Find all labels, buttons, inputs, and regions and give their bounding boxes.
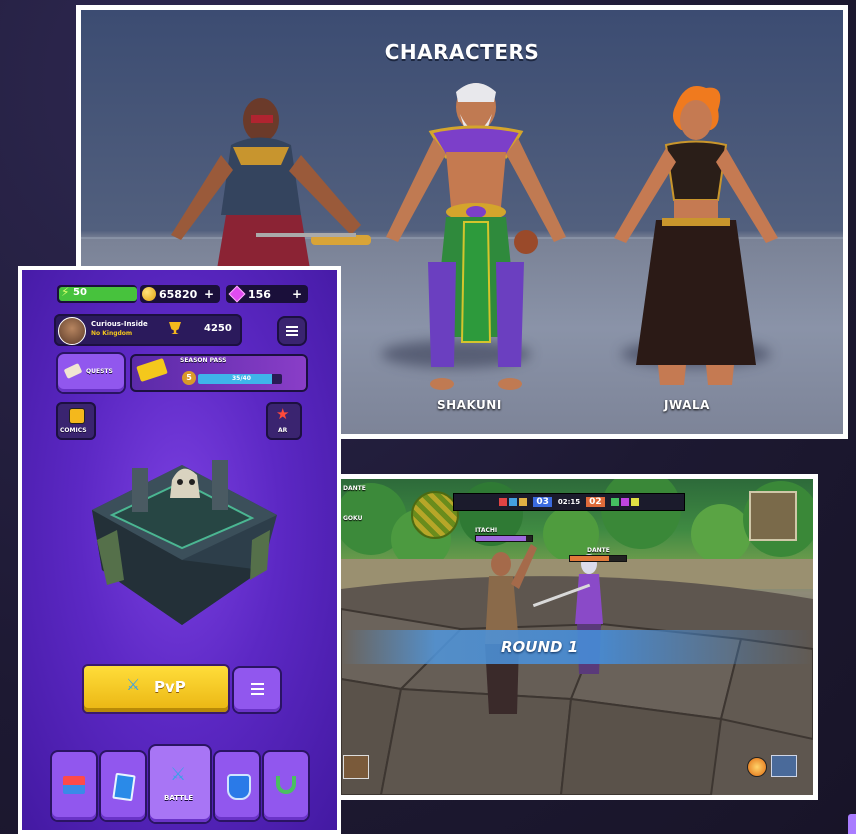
laurel-icon (276, 776, 296, 794)
season-pass-label: SEASON PASS (180, 357, 227, 364)
pvp-label: PvP (154, 678, 186, 696)
bottom-nav: ⚔ BATTLE (52, 746, 312, 826)
character-name-jwala: JWALA (664, 398, 710, 412)
season-level-badge: 5 (182, 371, 196, 385)
gem-value: 156 (248, 287, 271, 301)
quests-button[interactable]: QUESTS (58, 354, 124, 392)
nav-cards[interactable] (101, 752, 145, 820)
add-coins-button[interactable]: + (204, 287, 214, 301)
energy-bar: ⚡ 50 (59, 287, 137, 301)
ticket-icon (136, 358, 168, 382)
game-menu-panel: ⚡ 50 65820 + 156 + Curious-Inside No Kin… (18, 266, 341, 834)
hud-left-player-bottom: GOKU (343, 515, 363, 522)
team-icons-right (610, 498, 639, 506)
hud-left-player-top: DANTE (343, 485, 366, 492)
left-ability-slot[interactable] (343, 755, 369, 779)
player-name: Curious-Inside (91, 320, 148, 328)
player-kingdom: No Kingdom (91, 330, 133, 337)
shop-icon (63, 776, 85, 794)
bolt-icon: ⚡ (61, 287, 70, 299)
pvp-button[interactable]: ⚔ PvP (84, 666, 228, 712)
ability-slot[interactable] (771, 755, 797, 777)
main-menu-button[interactable] (279, 318, 305, 344)
spiked-ball (411, 491, 459, 539)
add-gems-button[interactable]: + (292, 287, 302, 301)
enemy-health-bar (475, 535, 533, 542)
coin-counter[interactable]: 65820 + (140, 284, 220, 304)
mode-menu-button[interactable] (234, 668, 280, 712)
nav-rewards[interactable] (264, 752, 308, 820)
round-banner: ROUND 1 (341, 630, 813, 664)
jwala-figure (614, 86, 778, 385)
hud-scoreboard: 03 02:15 02 (453, 493, 685, 511)
coin-value: 65820 (159, 287, 198, 301)
enemy-tag: ITACHI (475, 527, 498, 534)
battle-label: BATTLE (164, 794, 194, 802)
nav-clan[interactable] (215, 752, 259, 820)
cards-icon (112, 772, 136, 802)
trophy-icon (169, 322, 181, 334)
scroll-icon (63, 363, 83, 379)
minimap[interactable] (749, 491, 797, 541)
gem-icon (228, 285, 246, 303)
kingdom-island[interactable] (72, 420, 292, 640)
coin-icon (142, 287, 156, 301)
corner-decoration (848, 814, 856, 834)
shakuni-figure (386, 83, 566, 390)
gem-counter[interactable]: 156 + (226, 284, 308, 304)
game-menu-screen: ⚡ 50 65820 + 156 + Curious-Inside No Kin… (22, 270, 337, 830)
energy-counter[interactable]: ⚡ 50 (57, 284, 137, 304)
ally-tag: DANTE (587, 547, 610, 554)
characters-title: CHARACTERS (384, 40, 540, 64)
energy-value: 50 (73, 287, 87, 298)
character-name-shakuni: SHAKUNI (437, 398, 502, 412)
shield-icon (227, 774, 251, 800)
score-right: 02 (586, 497, 605, 507)
avatar[interactable] (58, 317, 86, 345)
season-progress-text: 35/40 (232, 375, 251, 382)
trophy-count: 4250 (204, 323, 232, 334)
battle-swords-icon: ⚔ (170, 764, 187, 785)
hamburger-icon (251, 683, 264, 695)
season-progress-bar: 35/40 (198, 374, 282, 384)
player-profile-card[interactable]: Curious-Inside No Kingdom 4250 (54, 314, 242, 346)
match-timer: 02:15 (557, 498, 581, 506)
quests-label: QUESTS (86, 368, 113, 375)
score-left: 03 (533, 497, 552, 507)
crossed-swords-icon: ⚔ (126, 675, 141, 694)
nav-battle[interactable]: ⚔ BATTLE (150, 746, 210, 822)
warrior-woman-figure (171, 98, 371, 275)
nav-shop[interactable] (52, 752, 96, 820)
season-pass-card[interactable]: SEASON PASS 5 35/40 (130, 354, 308, 392)
hamburger-icon (286, 326, 298, 336)
ally-health-bar (569, 555, 627, 562)
ability-button[interactable] (747, 757, 767, 777)
battle-arena-scene: DANTE GOKU 03 02:15 02 ITACHI DANTE ROUN… (341, 479, 813, 795)
team-icons-left (499, 498, 528, 506)
battle-screenshot-panel: DANTE GOKU 03 02:15 02 ITACHI DANTE ROUN… (336, 474, 818, 800)
